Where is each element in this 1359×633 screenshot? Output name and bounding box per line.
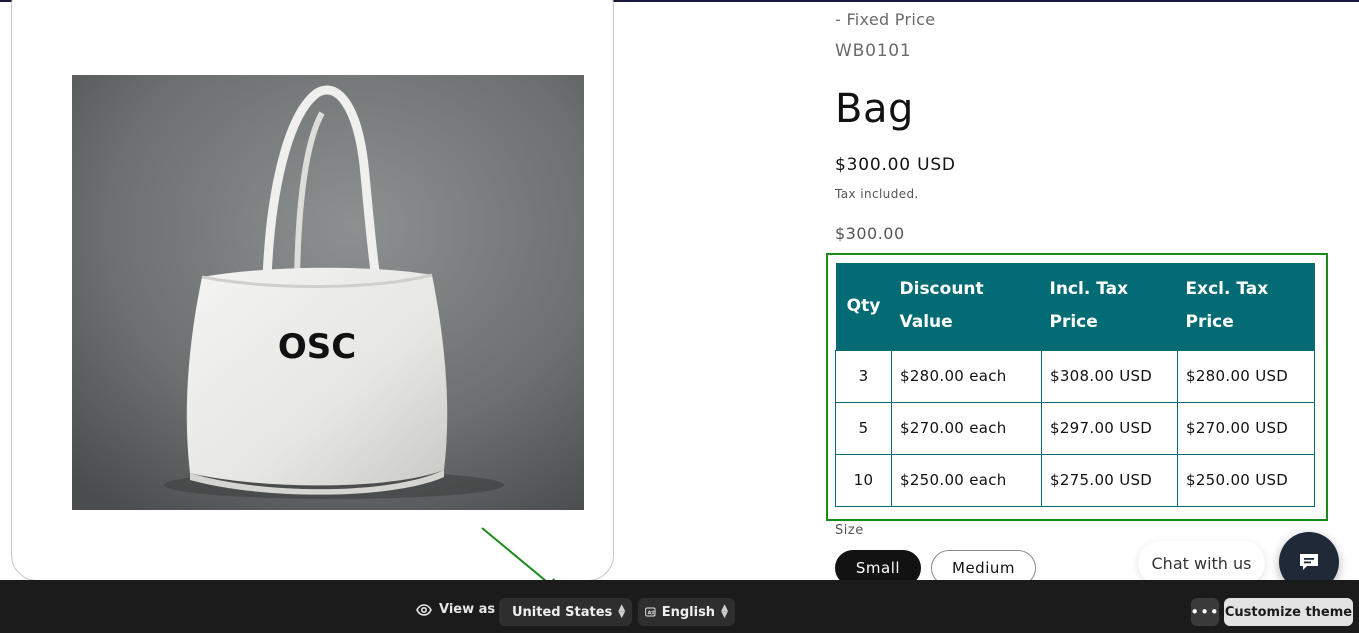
language-value: English: [661, 604, 716, 620]
header-incl-tax-price: Incl. Tax Price: [1041, 263, 1178, 350]
cell-excl-price: $280.00 USD: [1177, 349, 1315, 403]
language-selector[interactable]: A 文 English ▲ ▼: [638, 598, 735, 626]
cell-qty: 5: [835, 401, 892, 455]
product-image[interactable]: OSC: [72, 75, 584, 510]
more-options-button[interactable]: •••: [1190, 598, 1220, 626]
product-media-card: OSC: [11, 0, 614, 581]
country-selector[interactable]: United States ▲ ▼: [499, 598, 632, 626]
size-label: Size: [835, 523, 864, 538]
cell-excl-price: $270.00 USD: [1177, 401, 1315, 455]
cell-discount: $250.00 each: [891, 453, 1042, 507]
volume-discount-table: Qty Discount Value Incl. Tax Price Excl. T…: [835, 263, 1315, 507]
table-row: 3 $280.00 each $308.00 USD $280.00 USD: [835, 349, 1315, 403]
chat-bubble-icon: [1300, 554, 1318, 570]
cell-discount: $270.00 each: [891, 401, 1042, 455]
country-value: United States: [512, 604, 613, 620]
tax-note: Tax included.: [835, 187, 919, 201]
chevron-updown-icon: ▲ ▼: [618, 603, 626, 620]
header-discount-value: Discount Value: [891, 263, 1042, 350]
customize-theme-button[interactable]: Customize theme: [1224, 598, 1353, 626]
theme-preview-bar: View as United States ▲ ▼ A 文 English ▲ ▼ …: [0, 580, 1359, 633]
eye-icon: [416, 603, 432, 616]
table-row: 5 $270.00 each $297.00 USD $270.00 USD: [835, 401, 1315, 455]
table-header-row: Qty Discount Value Incl. Tax Price Excl. T…: [835, 263, 1315, 350]
product-sku: WB0101: [835, 41, 912, 61]
product-price: $300.00 USD: [835, 155, 956, 175]
svg-text:文: 文: [651, 609, 656, 615]
bag-logo: OSC: [278, 327, 356, 367]
cell-excl-price: $250.00 USD: [1177, 453, 1315, 507]
view-as-label: View as: [439, 602, 496, 617]
product-vendor: - Fixed Price: [835, 10, 936, 29]
product-title: Bag: [835, 86, 914, 132]
chat-with-us-label[interactable]: Chat with us: [1138, 541, 1265, 585]
cell-incl-price: $308.00 USD: [1041, 349, 1178, 403]
view-as-group: View as: [416, 602, 495, 617]
table-row: 10 $250.00 each $275.00 USD $250.00 USD: [835, 453, 1315, 507]
cell-qty: 3: [835, 349, 892, 403]
cell-incl-price: $275.00 USD: [1041, 453, 1178, 507]
header-qty: Qty: [835, 263, 892, 350]
unit-price: $300.00: [835, 224, 905, 243]
cell-incl-price: $297.00 USD: [1041, 401, 1178, 455]
chevron-updown-icon: ▲ ▼: [721, 603, 728, 620]
cell-discount: $280.00 each: [891, 349, 1042, 403]
translate-icon: A 文: [645, 607, 656, 617]
cell-qty: 10: [835, 453, 892, 507]
ellipsis-icon: •••: [1190, 603, 1220, 621]
header-excl-tax-price: Excl. Tax Price: [1177, 263, 1315, 350]
